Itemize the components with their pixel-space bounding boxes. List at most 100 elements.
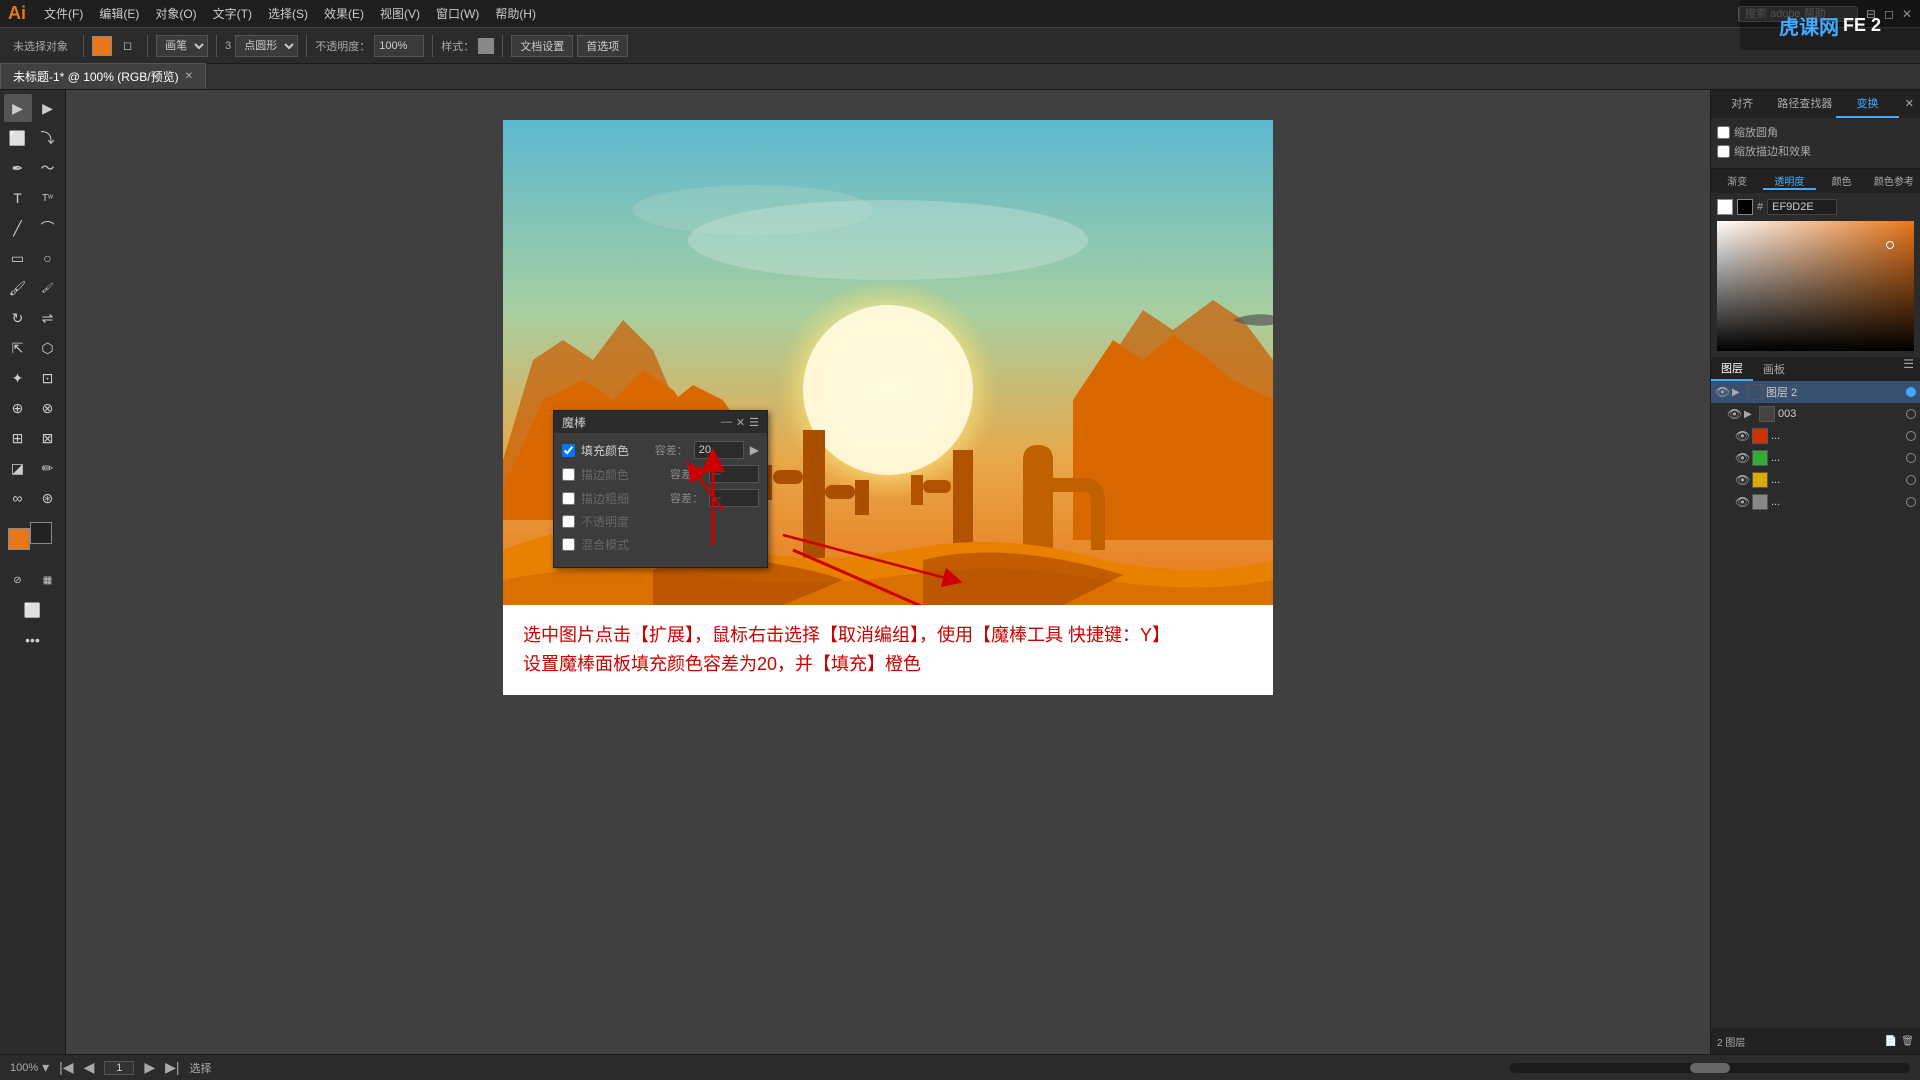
stroke-weight-checkbox[interactable] [562,492,575,505]
layer-name-red[interactable]: ... [1771,430,1903,442]
pen-tool[interactable]: ✒ [4,154,32,182]
layer-row-yellow[interactable]: 👁 ... [1711,469,1920,491]
blend-tool[interactable]: ∞ [4,484,32,512]
gradient-tool[interactable]: ◪ [4,454,32,482]
brush-select[interactable]: 画笔 [156,35,208,57]
color-guide-tab[interactable]: 颜色参考 [1868,173,1920,190]
menu-window[interactable]: 窗口(W) [428,3,487,24]
fill-tolerance-expand[interactable]: ▶ [750,443,759,457]
menu-text[interactable]: 文字(T) [205,3,260,24]
layer-visibility-2[interactable]: 👁 [1715,385,1729,399]
first-page-btn[interactable]: |◀ [59,1059,73,1076]
layer-name-gray[interactable]: ... [1771,496,1903,508]
align-tab[interactable]: 对齐 [1711,90,1774,118]
layer-name-green[interactable]: ... [1771,452,1903,464]
direct-select-tool[interactable]: ▶ [34,94,62,122]
white-swatch[interactable] [1717,199,1733,215]
prev-page-btn[interactable]: ◀ [84,1059,95,1076]
layer-row-gray[interactable]: 👁 ... [1711,491,1920,513]
doc-settings-btn[interactable]: 文档设置 [511,35,573,57]
layer-visibility-green[interactable]: 👁 [1735,451,1749,465]
black-swatch[interactable] [1737,199,1753,215]
layers-menu-btn[interactable]: ☰ [1897,357,1920,381]
symbol-tool[interactable]: ⊛ [34,484,62,512]
pathfinder-tab[interactable]: 路径查找器 [1774,90,1837,118]
style-swatch[interactable] [478,38,494,54]
text-tool[interactable]: T [4,184,32,212]
rotate-tool[interactable]: ↻ [4,304,32,332]
color-tab[interactable]: 颜色 [1816,173,1868,190]
stroke-tolerance-input[interactable] [709,465,759,483]
more-tools[interactable]: ••• [19,626,47,654]
last-page-btn[interactable]: ▶| [165,1059,179,1076]
layers-delete-btn[interactable]: 🗑 [1901,1036,1914,1047]
tab-close-btn[interactable]: ✕ [185,71,193,82]
fill-color-checkbox[interactable] [562,444,575,457]
layers-new-btn[interactable]: 📄 [1885,1036,1897,1047]
fill-tolerance-input[interactable] [694,441,744,459]
layer-expand-003[interactable]: ▶ [1744,409,1756,420]
menu-select[interactable]: 选择(S) [260,3,316,24]
layer-row-003[interactable]: 👁 ▶ 003 [1711,403,1920,425]
gradient-tab[interactable]: 渐变 [1711,173,1763,190]
background-color-swatch[interactable] [30,522,52,544]
magic-wand-panel-title[interactable]: 魔棒 — ✕ ☰ [554,411,767,433]
color-fill[interactable]: ▦ [34,566,62,594]
layer-visibility-gray[interactable]: 👁 [1735,495,1749,509]
menu-edit[interactable]: 编辑(E) [91,3,147,24]
ellipse-tool[interactable]: ○ [34,244,62,272]
color-hex-input[interactable] [1767,199,1837,215]
stroke-weight-input[interactable] [709,489,759,507]
foreground-color-swatch[interactable] [8,528,30,550]
color-gradient-picker[interactable] [1717,221,1914,351]
perspective-grid[interactable]: ⊞ [4,424,32,452]
curvature-tool[interactable]: 〜 [34,154,62,182]
artboard-tab[interactable]: 画板 [1753,357,1795,381]
shear-tool[interactable]: ⬡ [34,334,62,362]
change-screen-mode[interactable]: ⬜ [19,596,47,624]
transparency-tab[interactable]: 透明度 [1763,173,1815,190]
free-transform[interactable]: ⊡ [34,364,62,392]
eyedropper-tool[interactable]: ✏ [34,454,62,482]
layer-name-yellow[interactable]: ... [1771,474,1903,486]
menu-help[interactable]: 帮助(H) [487,3,544,24]
menu-object[interactable]: 对象(O) [147,3,204,24]
blob-brush-tool[interactable]: 🖌 [34,274,62,302]
mesh-tool[interactable]: ⊠ [34,424,62,452]
selection-tool[interactable]: ▶ [4,94,32,122]
menu-effect[interactable]: 效果(E) [316,3,372,24]
page-input[interactable] [104,1061,134,1075]
shape-select[interactable]: 点圆形 [235,35,298,57]
layer-row-red[interactable]: 👁 ... [1711,425,1920,447]
panel-close-btn[interactable]: ✕ [736,416,745,429]
warp-tool[interactable]: ✦ [4,364,32,392]
line-tool[interactable]: ╱ [4,214,32,242]
stroke-color-checkbox[interactable] [562,468,575,481]
layer-visibility-003[interactable]: 👁 [1727,407,1741,421]
none-color[interactable]: ⊘ [4,566,32,594]
reflect-tool[interactable]: ⇌ [34,304,62,332]
layers-tab[interactable]: 图层 [1711,357,1753,381]
menu-file[interactable]: 文件(F) [36,3,91,24]
layer-name-2[interactable]: 图层 2 [1766,384,1903,400]
lasso-tool[interactable]: ⤵ [34,124,62,152]
opacity-checkbox[interactable] [562,515,575,528]
panel-menu-btn[interactable]: ☰ [749,416,759,429]
live-paint[interactable]: ⊗ [34,394,62,422]
horizontal-scrollbar[interactable] [1510,1063,1910,1073]
transform-tab[interactable]: 变换 [1836,90,1899,118]
layer-row-green[interactable]: 👁 ... [1711,447,1920,469]
stroke-indicator[interactable]: ◻ [116,36,139,55]
fill-color-swatch[interactable] [92,36,112,56]
next-page-btn[interactable]: ▶ [144,1059,155,1076]
layer-visibility-yellow[interactable]: 👁 [1735,473,1749,487]
scale-stroke-checkbox[interactable] [1717,145,1730,158]
document-tab[interactable]: 未标题-1* @ 100% (RGB/预览) ✕ [0,63,206,89]
menu-view[interactable]: 视图(V) [372,3,428,24]
panel-close-right[interactable]: ✕ [1899,90,1920,118]
layer-expand-2[interactable]: ▶ [1732,387,1744,398]
rect-tool[interactable]: ▭ [4,244,32,272]
opacity-input[interactable] [374,35,424,57]
scale-corners-checkbox[interactable] [1717,126,1730,139]
zoom-down-btn[interactable]: ▾ [42,1059,49,1076]
